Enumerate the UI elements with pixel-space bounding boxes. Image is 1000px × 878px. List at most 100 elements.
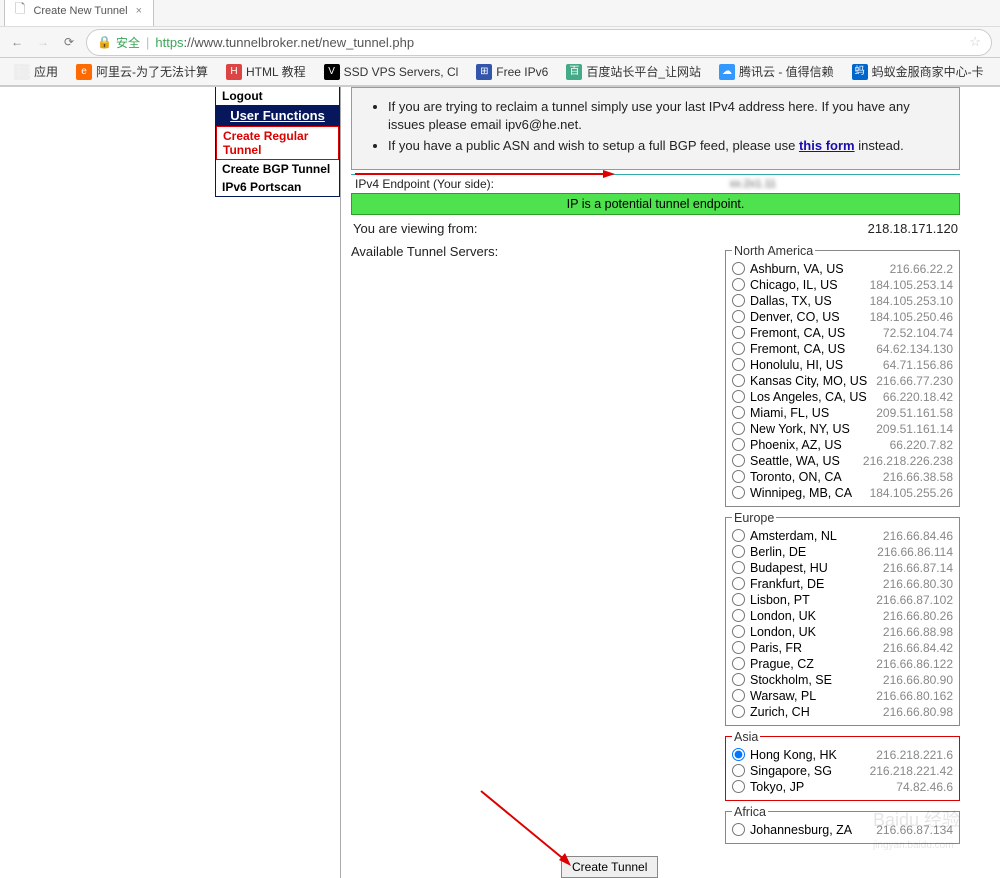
server-radio[interactable] <box>732 823 745 836</box>
server-radio[interactable] <box>732 438 745 451</box>
server-ip: 64.71.156.86 <box>883 358 953 372</box>
server-city: Chicago, IL, US <box>750 278 838 292</box>
server-city: Hong Kong, HK <box>750 748 837 762</box>
server-city: Tokyo, JP <box>750 780 804 794</box>
star-icon[interactable]: ☆ <box>969 34 981 50</box>
bgp-form-link[interactable]: this form <box>799 138 855 153</box>
server-radio[interactable] <box>732 764 745 777</box>
server-row: Paris, FR216.66.84.42 <box>732 640 953 656</box>
server-radio[interactable] <box>732 625 745 638</box>
server-radio[interactable] <box>732 657 745 670</box>
tab-bar: 🗋 Create New Tunnel × <box>0 0 1000 26</box>
server-radio[interactable] <box>732 780 745 793</box>
server-city: Ashburn, VA, US <box>750 262 844 276</box>
server-radio[interactable] <box>732 454 745 467</box>
bookmark-item[interactable]: 百百度站长平台_让网站 <box>560 61 707 82</box>
server-radio[interactable] <box>732 529 745 542</box>
bookmark-item[interactable]: ⊞Free IPv6 <box>470 62 554 82</box>
server-city: Fremont, CA, US <box>750 326 845 340</box>
server-row: Miami, FL, US209.51.161.58 <box>732 405 953 421</box>
server-radio[interactable] <box>732 390 745 403</box>
server-ip: 216.66.80.98 <box>883 705 953 719</box>
forward-button[interactable]: → <box>34 33 52 51</box>
server-radio[interactable] <box>732 577 745 590</box>
server-row: Dallas, TX, US184.105.253.10 <box>732 293 953 309</box>
server-ip: 216.66.77.230 <box>876 374 953 388</box>
bookmark-item[interactable]: TTomcat6.0的安装与 <box>996 61 1000 82</box>
server-radio[interactable] <box>732 278 745 291</box>
server-radio[interactable] <box>732 470 745 483</box>
regions-column: North America Ashburn, VA, US216.66.22.2… <box>725 244 960 848</box>
secure-indicator: 🔒 安全 <box>97 34 140 51</box>
url-box[interactable]: 🔒 安全 | https://www.tunnelbroker.net/new_… <box>86 29 992 56</box>
bookmark-item[interactable]: VSSD VPS Servers, Cl <box>318 62 465 82</box>
notice-box: If you are trying to reclaim a tunnel si… <box>351 87 960 170</box>
region-africa: Africa Johannesburg, ZA216.66.87.134 <box>725 805 960 844</box>
server-city: London, UK <box>750 609 816 623</box>
server-radio[interactable] <box>732 342 745 355</box>
ipv4-endpoint-row: IPv4 Endpoint (Your side): xx.2x1.11 <box>351 174 960 193</box>
server-radio[interactable] <box>732 641 745 654</box>
logout-link[interactable]: Logout <box>216 87 339 105</box>
server-row: Hong Kong, HK 216.218.221.6 <box>732 747 953 763</box>
server-radio[interactable] <box>732 406 745 419</box>
apps-button[interactable]: ⋮⋮应用 <box>8 61 64 82</box>
create-tunnel-button[interactable]: Create Tunnel <box>561 856 658 878</box>
server-radio[interactable] <box>732 486 745 499</box>
bookmark-item[interactable]: ☁腾讯云 - 值得信赖 <box>713 61 840 82</box>
server-radio[interactable] <box>732 294 745 307</box>
bookmark-item[interactable]: 蚂蚂蚁金服商家中心-卡 <box>846 61 990 82</box>
server-ip: 216.66.88.98 <box>883 625 953 639</box>
server-ip: 216.218.221.42 <box>870 764 953 778</box>
server-ip: 216.66.80.90 <box>883 673 953 687</box>
server-radio[interactable] <box>732 262 745 275</box>
server-row: Fremont, CA, US64.62.134.130 <box>732 341 953 357</box>
server-row: New York, NY, US209.51.161.14 <box>732 421 953 437</box>
server-radio[interactable] <box>732 374 745 387</box>
server-city: Singapore, SG <box>750 764 832 778</box>
server-radio[interactable] <box>732 593 745 606</box>
close-icon[interactable]: × <box>136 5 142 17</box>
server-row: Johannesburg, ZA216.66.87.134 <box>732 822 953 838</box>
server-city: Phoenix, AZ, US <box>750 438 842 452</box>
server-radio[interactable] <box>732 673 745 686</box>
bookmark-item[interactable]: e阿里云-为了无法计算 <box>70 61 214 82</box>
server-city: Paris, FR <box>750 641 802 655</box>
browser-tab[interactable]: 🗋 Create New Tunnel × <box>4 0 154 26</box>
server-row: Singapore, SG 216.218.221.42 <box>732 763 953 779</box>
reload-button[interactable]: ⟳ <box>60 33 78 51</box>
server-ip: 216.66.86.114 <box>877 545 953 559</box>
server-ip: 184.105.253.14 <box>870 278 953 292</box>
server-radio[interactable] <box>732 422 745 435</box>
back-button[interactable]: ← <box>8 33 26 51</box>
server-radio[interactable] <box>732 609 745 622</box>
browser-chrome: 🗋 Create New Tunnel × ← → ⟳ 🔒 安全 | https… <box>0 0 1000 87</box>
server-radio[interactable] <box>732 545 745 558</box>
create-bgp-tunnel-link[interactable]: Create BGP Tunnel <box>216 160 339 178</box>
server-radio[interactable] <box>732 326 745 339</box>
server-city: Prague, CZ <box>750 657 814 671</box>
server-radio[interactable] <box>732 561 745 574</box>
notice-line: If you have a public ASN and wish to set… <box>388 137 941 155</box>
server-radio[interactable] <box>732 748 745 761</box>
create-regular-tunnel-link[interactable]: Create Regular Tunnel <box>216 126 339 160</box>
server-row: London, UK216.66.80.26 <box>732 608 953 624</box>
server-city: Los Angeles, CA, US <box>750 390 867 404</box>
address-bar: ← → ⟳ 🔒 安全 | https://www.tunnelbroker.ne… <box>0 26 1000 58</box>
bookmark-item[interactable]: HHTML 教程 <box>220 61 312 82</box>
server-ip: 216.66.80.30 <box>883 577 953 591</box>
ipv6-portscan-link[interactable]: IPv6 Portscan <box>216 178 339 196</box>
server-ip: 216.218.221.6 <box>876 748 953 762</box>
notice-line: If you are trying to reclaim a tunnel si… <box>388 98 941 133</box>
server-radio[interactable] <box>732 358 745 371</box>
url-text: https://www.tunnelbroker.net/new_tunnel.… <box>155 35 414 50</box>
viewing-from-ip: 218.18.171.120 <box>868 221 958 236</box>
server-row: Budapest, HU216.66.87.14 <box>732 560 953 576</box>
server-radio[interactable] <box>732 705 745 718</box>
content-area: Logout User Functions Create Regular Tun… <box>0 87 1000 878</box>
server-city: London, UK <box>750 625 816 639</box>
server-radio[interactable] <box>732 689 745 702</box>
server-row: Denver, CO, US184.105.250.46 <box>732 309 953 325</box>
server-radio[interactable] <box>732 310 745 323</box>
bookmarks-bar: ⋮⋮应用 e阿里云-为了无法计算 HHTML 教程 VSSD VPS Serve… <box>0 58 1000 86</box>
